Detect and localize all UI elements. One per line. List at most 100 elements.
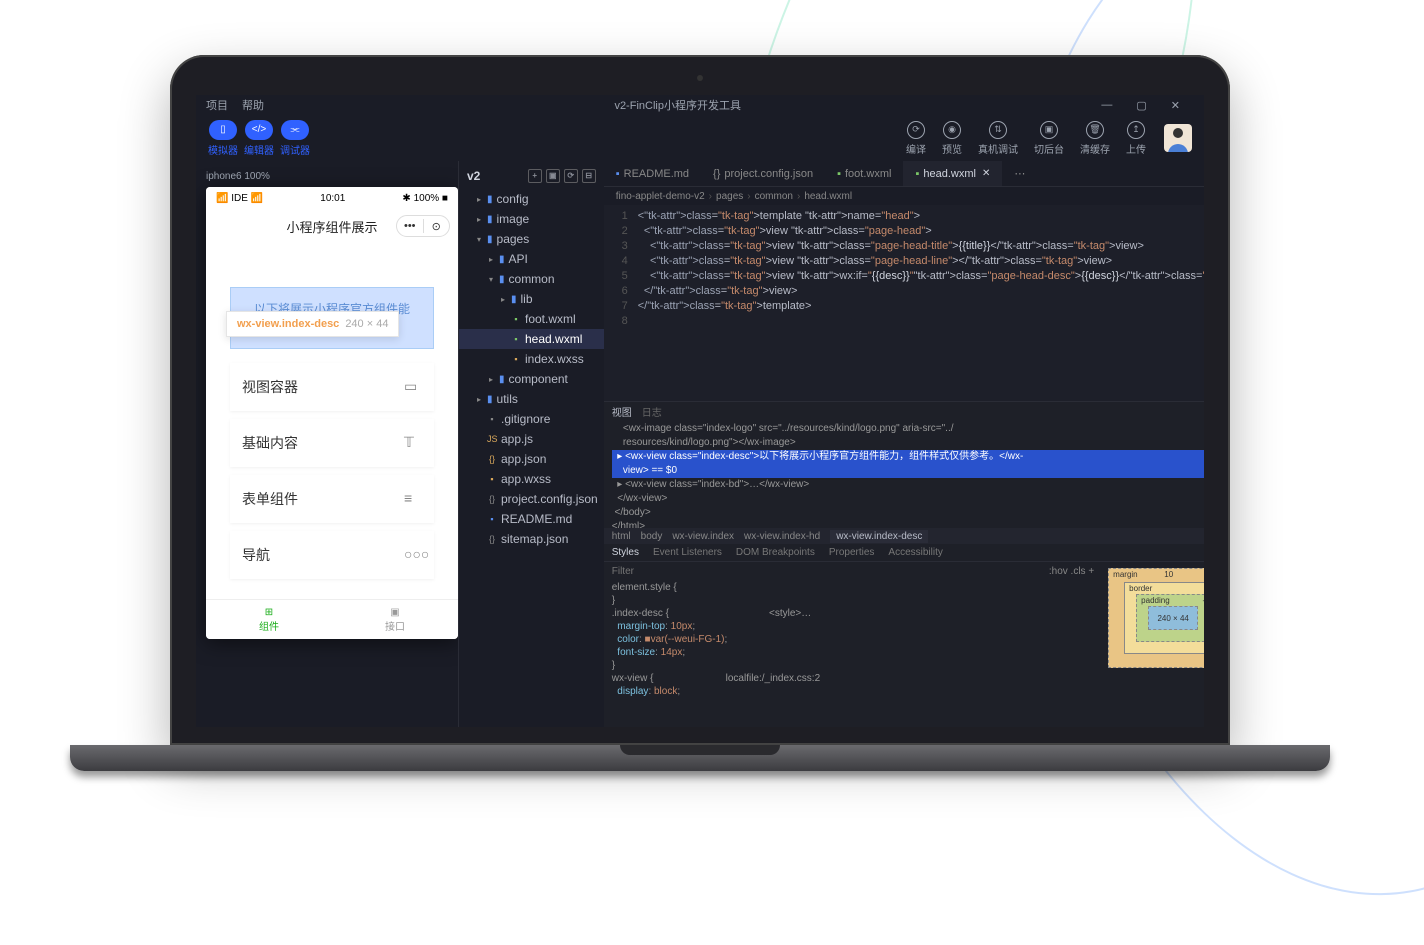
- tree-file[interactable]: {}sitemap.json: [459, 529, 604, 549]
- list-item[interactable]: 导航○○○: [230, 531, 434, 579]
- window-minimize-icon[interactable]: —: [1101, 99, 1112, 111]
- tree-folder[interactable]: ▸▮utils: [459, 389, 604, 409]
- styles-tab[interactable]: DOM Breakpoints: [736, 547, 815, 558]
- menu-project[interactable]: 项目: [206, 97, 228, 113]
- phone-simulator[interactable]: 📶 IDE 📶 10:01 ✱ 100% ■ 小程序组件展示 ••• ⊙: [206, 187, 458, 639]
- code-editor[interactable]: 1<"tk-attr">class="tk-tag">template "tk-…: [604, 205, 1204, 401]
- capsule-close-icon[interactable]: ⊙: [424, 220, 450, 233]
- element-crumb[interactable]: wx-view.index-hd: [744, 531, 820, 542]
- phone-icon: ▯: [220, 124, 226, 135]
- elements-panel[interactable]: <wx-image class="index-logo" src="../res…: [604, 420, 1204, 528]
- tree-file[interactable]: ▪head.wxml: [459, 329, 604, 349]
- collapse-icon[interactable]: ⊟: [582, 169, 596, 183]
- devtools-tab-view[interactable]: 视图: [612, 404, 632, 419]
- tree-folder[interactable]: ▾▮pages: [459, 229, 604, 249]
- breadcrumb-segment[interactable]: common: [755, 191, 793, 202]
- grid-icon: ⊞: [265, 607, 273, 618]
- element-crumb[interactable]: wx-view.index: [672, 531, 734, 542]
- editor-tab[interactable]: ▪README.md: [604, 161, 701, 186]
- styles-tab[interactable]: Event Listeners: [653, 547, 722, 558]
- new-folder-icon[interactable]: ▣: [546, 169, 560, 183]
- tool-remote-button[interactable]: ⇅真机调试: [978, 121, 1018, 156]
- tab-api[interactable]: ▣ 接口: [332, 600, 458, 639]
- mode-simulator-button[interactable]: ▯ 模拟器: [208, 120, 238, 157]
- tree-folder[interactable]: ▸▮lib: [459, 289, 604, 309]
- tree-file[interactable]: {}app.json: [459, 449, 604, 469]
- styles-panel[interactable]: :hov .cls + element.style {}.index-desc …: [604, 562, 1102, 727]
- tool-compile-button[interactable]: ⟳编译: [906, 121, 926, 156]
- tab-component[interactable]: ⊞ 组件: [206, 600, 332, 639]
- styles-tab[interactable]: Properties: [829, 547, 875, 558]
- list-item[interactable]: 视图容器▭: [230, 363, 434, 411]
- element-row[interactable]: </html>: [612, 520, 1204, 528]
- element-row[interactable]: ▸ <wx-view class="index-desc">以下将展示小程序官方…: [612, 450, 1204, 464]
- element-row[interactable]: resources/kind/logo.png"></wx-image>: [612, 436, 1204, 450]
- element-crumb[interactable]: html: [612, 531, 631, 542]
- element-row[interactable]: ▸ <wx-view class="index-bd">…</wx-view>: [612, 478, 1204, 492]
- window-title: v2-FinClip小程序开发工具: [614, 97, 741, 113]
- tree-file[interactable]: ▪index.wxss: [459, 349, 604, 369]
- styles-filter-input[interactable]: [612, 566, 1049, 577]
- breadcrumb-segment[interactable]: pages: [716, 191, 743, 202]
- mode-editor-button[interactable]: </> 编辑器: [244, 120, 274, 157]
- file-icon: ▪: [616, 168, 620, 180]
- list-item[interactable]: 基础内容𝕋: [230, 419, 434, 467]
- capsule-more-icon[interactable]: •••: [397, 220, 423, 232]
- list-item[interactable]: 表单组件≡: [230, 475, 434, 523]
- element-row[interactable]: view> == $0: [612, 464, 1204, 478]
- tree-file[interactable]: JSapp.js: [459, 429, 604, 449]
- element-row[interactable]: </wx-view>: [612, 492, 1204, 506]
- tabs-more-icon[interactable]: ⋯: [1002, 161, 1037, 186]
- phone-tabbar: ⊞ 组件 ▣ 接口: [206, 599, 458, 639]
- tree-file[interactable]: ▪foot.wxml: [459, 309, 604, 329]
- styles-filter-tools[interactable]: :hov .cls +: [1049, 566, 1094, 577]
- styles-tab[interactable]: Styles: [612, 547, 639, 558]
- tree-folder[interactable]: ▸▮component: [459, 369, 604, 389]
- window-close-icon[interactable]: ✕: [1171, 99, 1180, 112]
- element-crumb[interactable]: wx-view.index-desc: [830, 530, 928, 543]
- eye-icon: ◉: [943, 121, 961, 139]
- tree-folder[interactable]: ▸▮config: [459, 189, 604, 209]
- laptop-frame: 项目 帮助 v2-FinClip小程序开发工具 — ▢ ✕ ▯ 模拟器 </>: [170, 55, 1230, 755]
- element-crumb[interactable]: body: [641, 531, 663, 542]
- editor-tab[interactable]: {}project.config.json: [701, 161, 825, 186]
- editor-tab[interactable]: ▪foot.wxml: [825, 161, 903, 186]
- tree-file[interactable]: {}project.config.json: [459, 489, 604, 509]
- upload-icon: ↥: [1127, 121, 1145, 139]
- tool-switch-button[interactable]: ▣切后台: [1034, 121, 1064, 156]
- item-icon: ≡: [404, 490, 422, 508]
- toolbar: ▯ 模拟器 </> 编辑器 ⫘ 调试器 ⟳编译 ◉预览 ⇅真机调试 ▣: [196, 115, 1204, 161]
- compile-icon: ⟳: [907, 121, 925, 139]
- api-icon: ▣: [390, 607, 399, 618]
- phone-nav-title: 小程序组件展示: [286, 217, 377, 236]
- tool-cache-button[interactable]: 🗑清缓存: [1080, 121, 1110, 156]
- item-icon: ○○○: [404, 546, 422, 564]
- capsule-menu[interactable]: ••• ⊙: [396, 215, 450, 237]
- tree-folder[interactable]: ▸▮image: [459, 209, 604, 229]
- breadcrumb-segment[interactable]: head.wxml: [804, 191, 852, 202]
- elements-breadcrumb: html body wx-view.index wx-view.index-hd wx-…: [604, 528, 1204, 544]
- tree-file[interactable]: ▪.gitignore: [459, 409, 604, 429]
- refresh-icon[interactable]: ⟳: [564, 169, 578, 183]
- ide-screen: 项目 帮助 v2-FinClip小程序开发工具 — ▢ ✕ ▯ 模拟器 </>: [196, 95, 1204, 727]
- tool-upload-button[interactable]: ↥上传: [1126, 121, 1146, 156]
- tree-file[interactable]: ▪README.md: [459, 509, 604, 529]
- breadcrumb-segment[interactable]: fino-applet-demo-v2: [616, 191, 705, 202]
- new-file-icon[interactable]: +: [528, 169, 542, 183]
- devtools-tab-log[interactable]: 日志: [642, 404, 662, 419]
- element-row[interactable]: <wx-image class="index-logo" src="../res…: [612, 422, 1204, 436]
- tree-folder[interactable]: ▾▮common: [459, 269, 604, 289]
- styles-tab[interactable]: Accessibility: [888, 547, 942, 558]
- trash-icon: 🗑: [1086, 121, 1104, 139]
- mode-debugger-button[interactable]: ⫘ 调试器: [280, 120, 310, 157]
- editor-tab[interactable]: ▪head.wxml✕: [903, 161, 1002, 186]
- avatar[interactable]: [1164, 124, 1192, 152]
- window-maximize-icon[interactable]: ▢: [1136, 99, 1146, 112]
- element-row[interactable]: </body>: [612, 506, 1204, 520]
- tree-folder[interactable]: ▸▮API: [459, 249, 604, 269]
- tree-root-label[interactable]: v2: [467, 169, 480, 183]
- close-icon[interactable]: ✕: [982, 168, 990, 179]
- menu-help[interactable]: 帮助: [242, 97, 264, 113]
- tool-preview-button[interactable]: ◉预览: [942, 121, 962, 156]
- tree-file[interactable]: ▪app.wxss: [459, 469, 604, 489]
